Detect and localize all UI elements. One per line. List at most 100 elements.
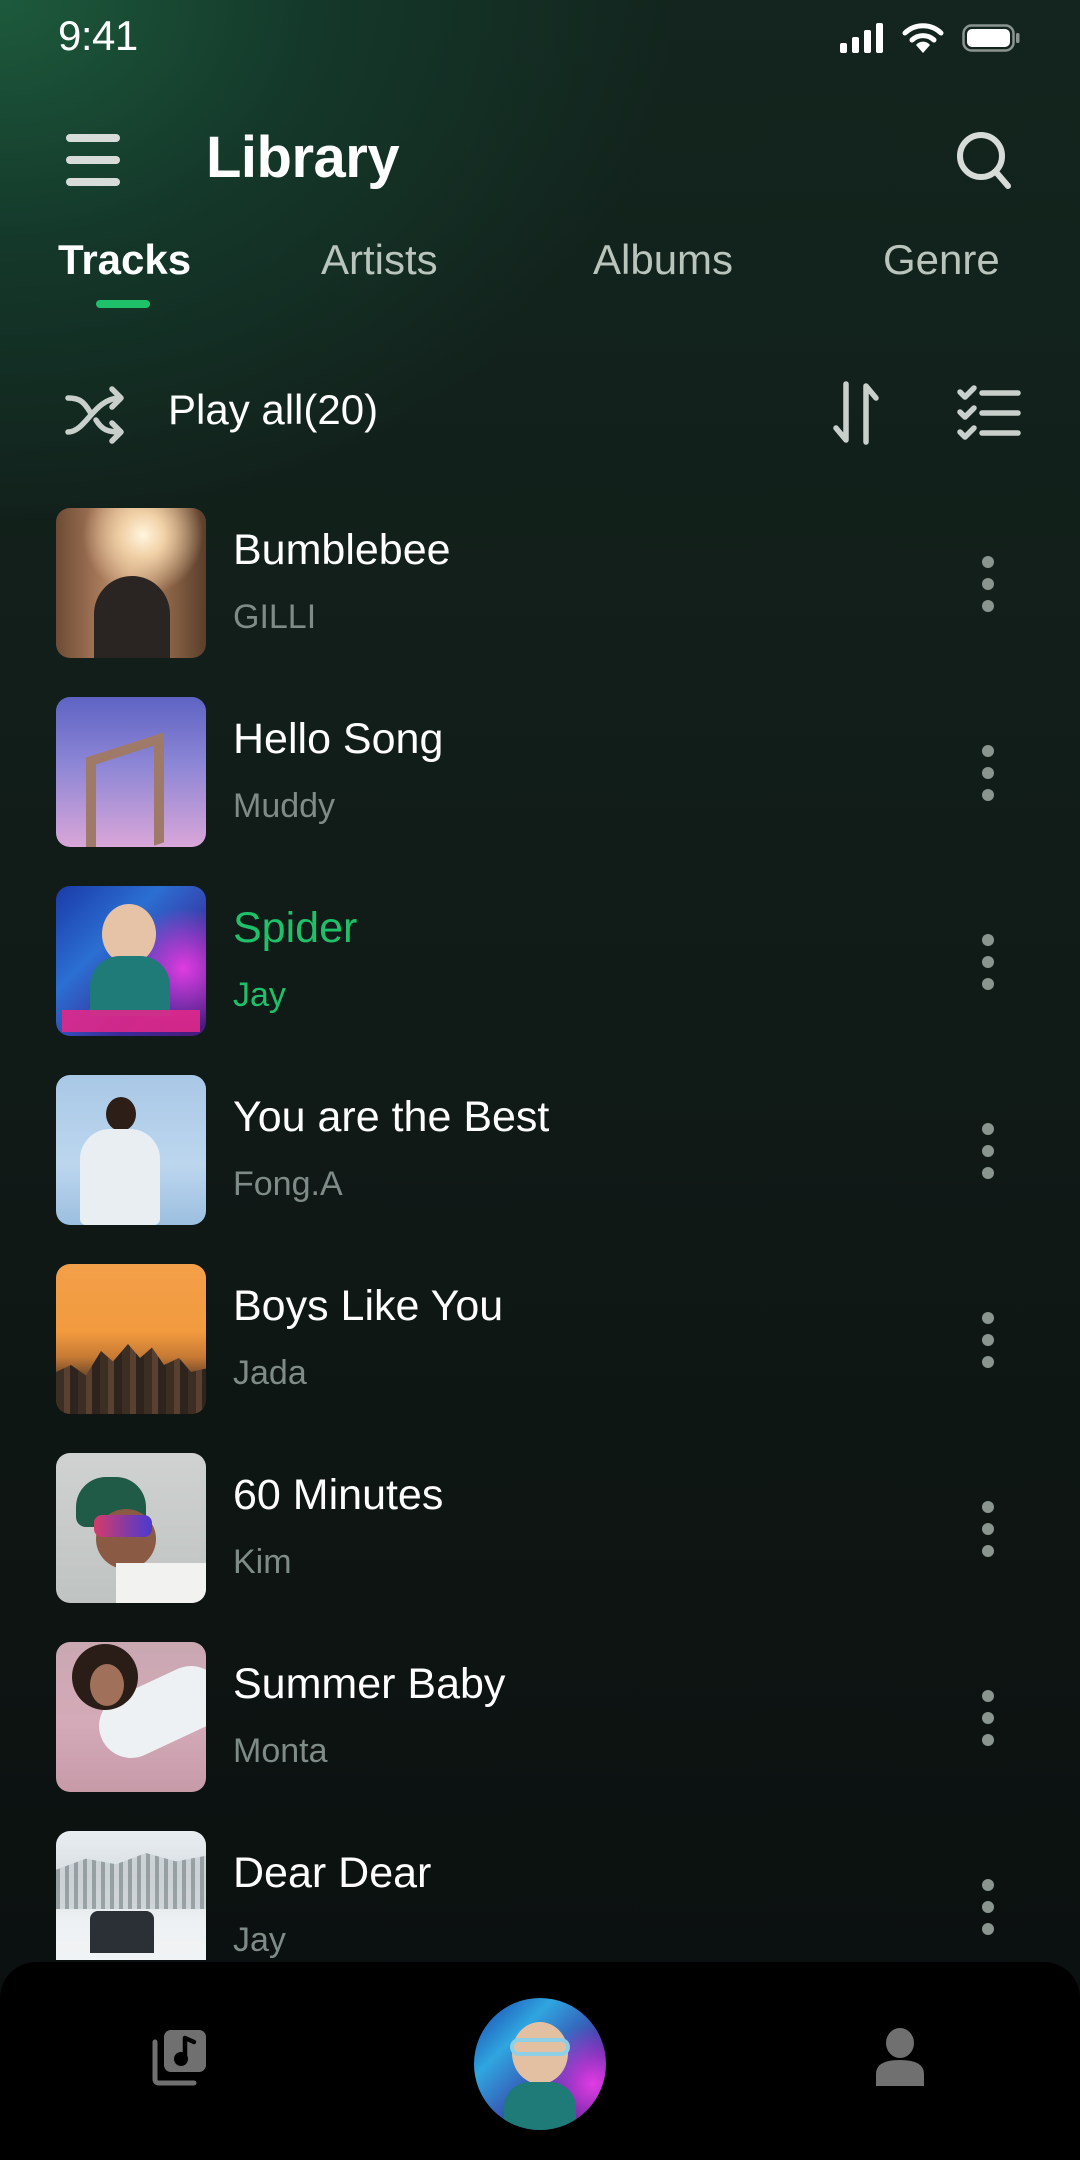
more-options-dot	[982, 1690, 994, 1702]
multi-select-button[interactable]	[956, 380, 1022, 446]
more-options-dot	[982, 745, 994, 757]
sort-button[interactable]	[828, 380, 888, 446]
more-options-dot	[982, 1545, 994, 1557]
more-options-dot	[982, 600, 994, 612]
more-options-button[interactable]	[968, 932, 1008, 992]
track-artist: Kim	[233, 1543, 292, 1581]
more-options-dot	[982, 1167, 994, 1179]
track-artist: Jada	[233, 1354, 307, 1392]
more-options-button[interactable]	[968, 1499, 1008, 1559]
art-car	[90, 1911, 154, 1953]
bottom-navigation	[0, 1962, 1080, 2160]
more-options-dot	[982, 1879, 994, 1891]
art-snow-trees	[56, 1853, 206, 1909]
art-figure-body	[90, 956, 170, 1016]
library-music-icon	[152, 2030, 206, 2086]
track-title: You are the Best	[233, 1093, 550, 1141]
search-button[interactable]	[954, 128, 1014, 192]
track-title: Hello Song	[233, 715, 444, 763]
shuffle-button[interactable]	[64, 384, 126, 446]
track-row[interactable]: 60 Minutes Kim	[0, 1453, 1080, 1603]
more-options-button[interactable]	[968, 1310, 1008, 1370]
more-options-dot	[982, 934, 994, 946]
art-figure-glasses	[94, 1515, 152, 1537]
art-figure-body	[116, 1563, 206, 1603]
album-art	[56, 1264, 206, 1414]
more-options-button[interactable]	[968, 1121, 1008, 1181]
art-figure	[94, 576, 170, 658]
sort-icon	[833, 381, 879, 445]
track-row[interactable]: Summer Baby Monta	[0, 1642, 1080, 1792]
status-bar: 9:41	[0, 0, 1080, 80]
album-art	[56, 1453, 206, 1603]
art-figure-body	[504, 2082, 576, 2130]
profile-icon	[876, 2028, 924, 2086]
track-row[interactable]: Bumblebee GILLI	[0, 508, 1080, 658]
hamburger-line	[66, 156, 120, 164]
more-options-dot	[982, 767, 994, 779]
nav-profile-button[interactable]	[870, 2028, 930, 2088]
signal-icon	[840, 23, 883, 53]
more-options-dot	[982, 1334, 994, 1346]
track-row[interactable]: You are the Best Fong.A	[0, 1075, 1080, 1225]
menu-button[interactable]	[62, 132, 128, 188]
track-title: Bumblebee	[233, 526, 451, 574]
more-options-button[interactable]	[968, 743, 1008, 803]
play-all-button[interactable]: Play all(20)	[168, 386, 378, 434]
active-tab-indicator	[96, 300, 150, 308]
now-playing-artwork[interactable]	[474, 1998, 606, 2130]
checklist-icon	[957, 385, 1021, 440]
more-options-button[interactable]	[968, 1877, 1008, 1937]
more-options-dot	[982, 978, 994, 990]
tab-genre[interactable]: Genre	[883, 236, 1000, 284]
more-options-button[interactable]	[968, 554, 1008, 614]
status-icons	[840, 22, 1020, 54]
track-list: Bumblebee GILLI Hello Song Muddy Spider …	[0, 508, 1080, 1960]
more-options-dot	[982, 578, 994, 590]
status-time: 9:41	[58, 12, 138, 59]
battery-icon	[962, 24, 1020, 52]
hamburger-menu-icon	[66, 134, 120, 142]
album-art	[56, 508, 206, 658]
tab-artists[interactable]: Artists	[321, 236, 438, 284]
track-row[interactable]: Boys Like You Jada	[0, 1264, 1080, 1414]
art-figure-body	[80, 1129, 160, 1225]
track-title: Dear Dear	[233, 1849, 432, 1897]
track-artist: Jay	[233, 976, 286, 1014]
tab-tracks[interactable]: Tracks	[58, 236, 191, 284]
track-artist: Fong.A	[233, 1165, 343, 1203]
more-options-dot	[982, 789, 994, 801]
track-artist: Muddy	[233, 787, 336, 825]
more-options-dot	[982, 1145, 994, 1157]
track-row[interactable]: Dear Dear Jay	[0, 1831, 1080, 1960]
art-figure	[102, 904, 156, 964]
more-options-dot	[982, 1523, 994, 1535]
page-title: Library	[206, 125, 400, 190]
track-title: 60 Minutes	[233, 1471, 444, 1519]
header: Library	[0, 110, 1080, 210]
wifi-icon	[902, 23, 944, 53]
track-row[interactable]: Hello Song Muddy	[0, 697, 1080, 847]
shuffle-icon	[65, 386, 124, 444]
track-title: Spider	[233, 904, 358, 952]
more-options-dot	[982, 1312, 994, 1324]
track-title: Summer Baby	[233, 1660, 506, 1708]
more-options-dot	[982, 1923, 994, 1935]
art-skyline	[56, 1344, 206, 1414]
art-figure-glasses	[510, 2038, 570, 2056]
more-options-dot	[982, 1123, 994, 1135]
art-party-text	[62, 1010, 200, 1032]
tab-albums[interactable]: Albums	[593, 236, 733, 284]
nav-library-button[interactable]	[150, 2028, 208, 2086]
album-art	[56, 886, 206, 1036]
more-options-button[interactable]	[968, 1688, 1008, 1748]
track-toolbar: Play all(20)	[0, 378, 1080, 448]
track-title: Boys Like You	[233, 1282, 504, 1330]
album-art	[56, 1075, 206, 1225]
more-options-dot	[982, 1356, 994, 1368]
track-row-now-playing[interactable]: Spider Jay	[0, 886, 1080, 1036]
track-artist: Jay	[233, 1921, 286, 1959]
art-figure-head	[106, 1097, 136, 1131]
album-art	[56, 1831, 206, 1960]
track-artist: Monta	[233, 1732, 328, 1770]
